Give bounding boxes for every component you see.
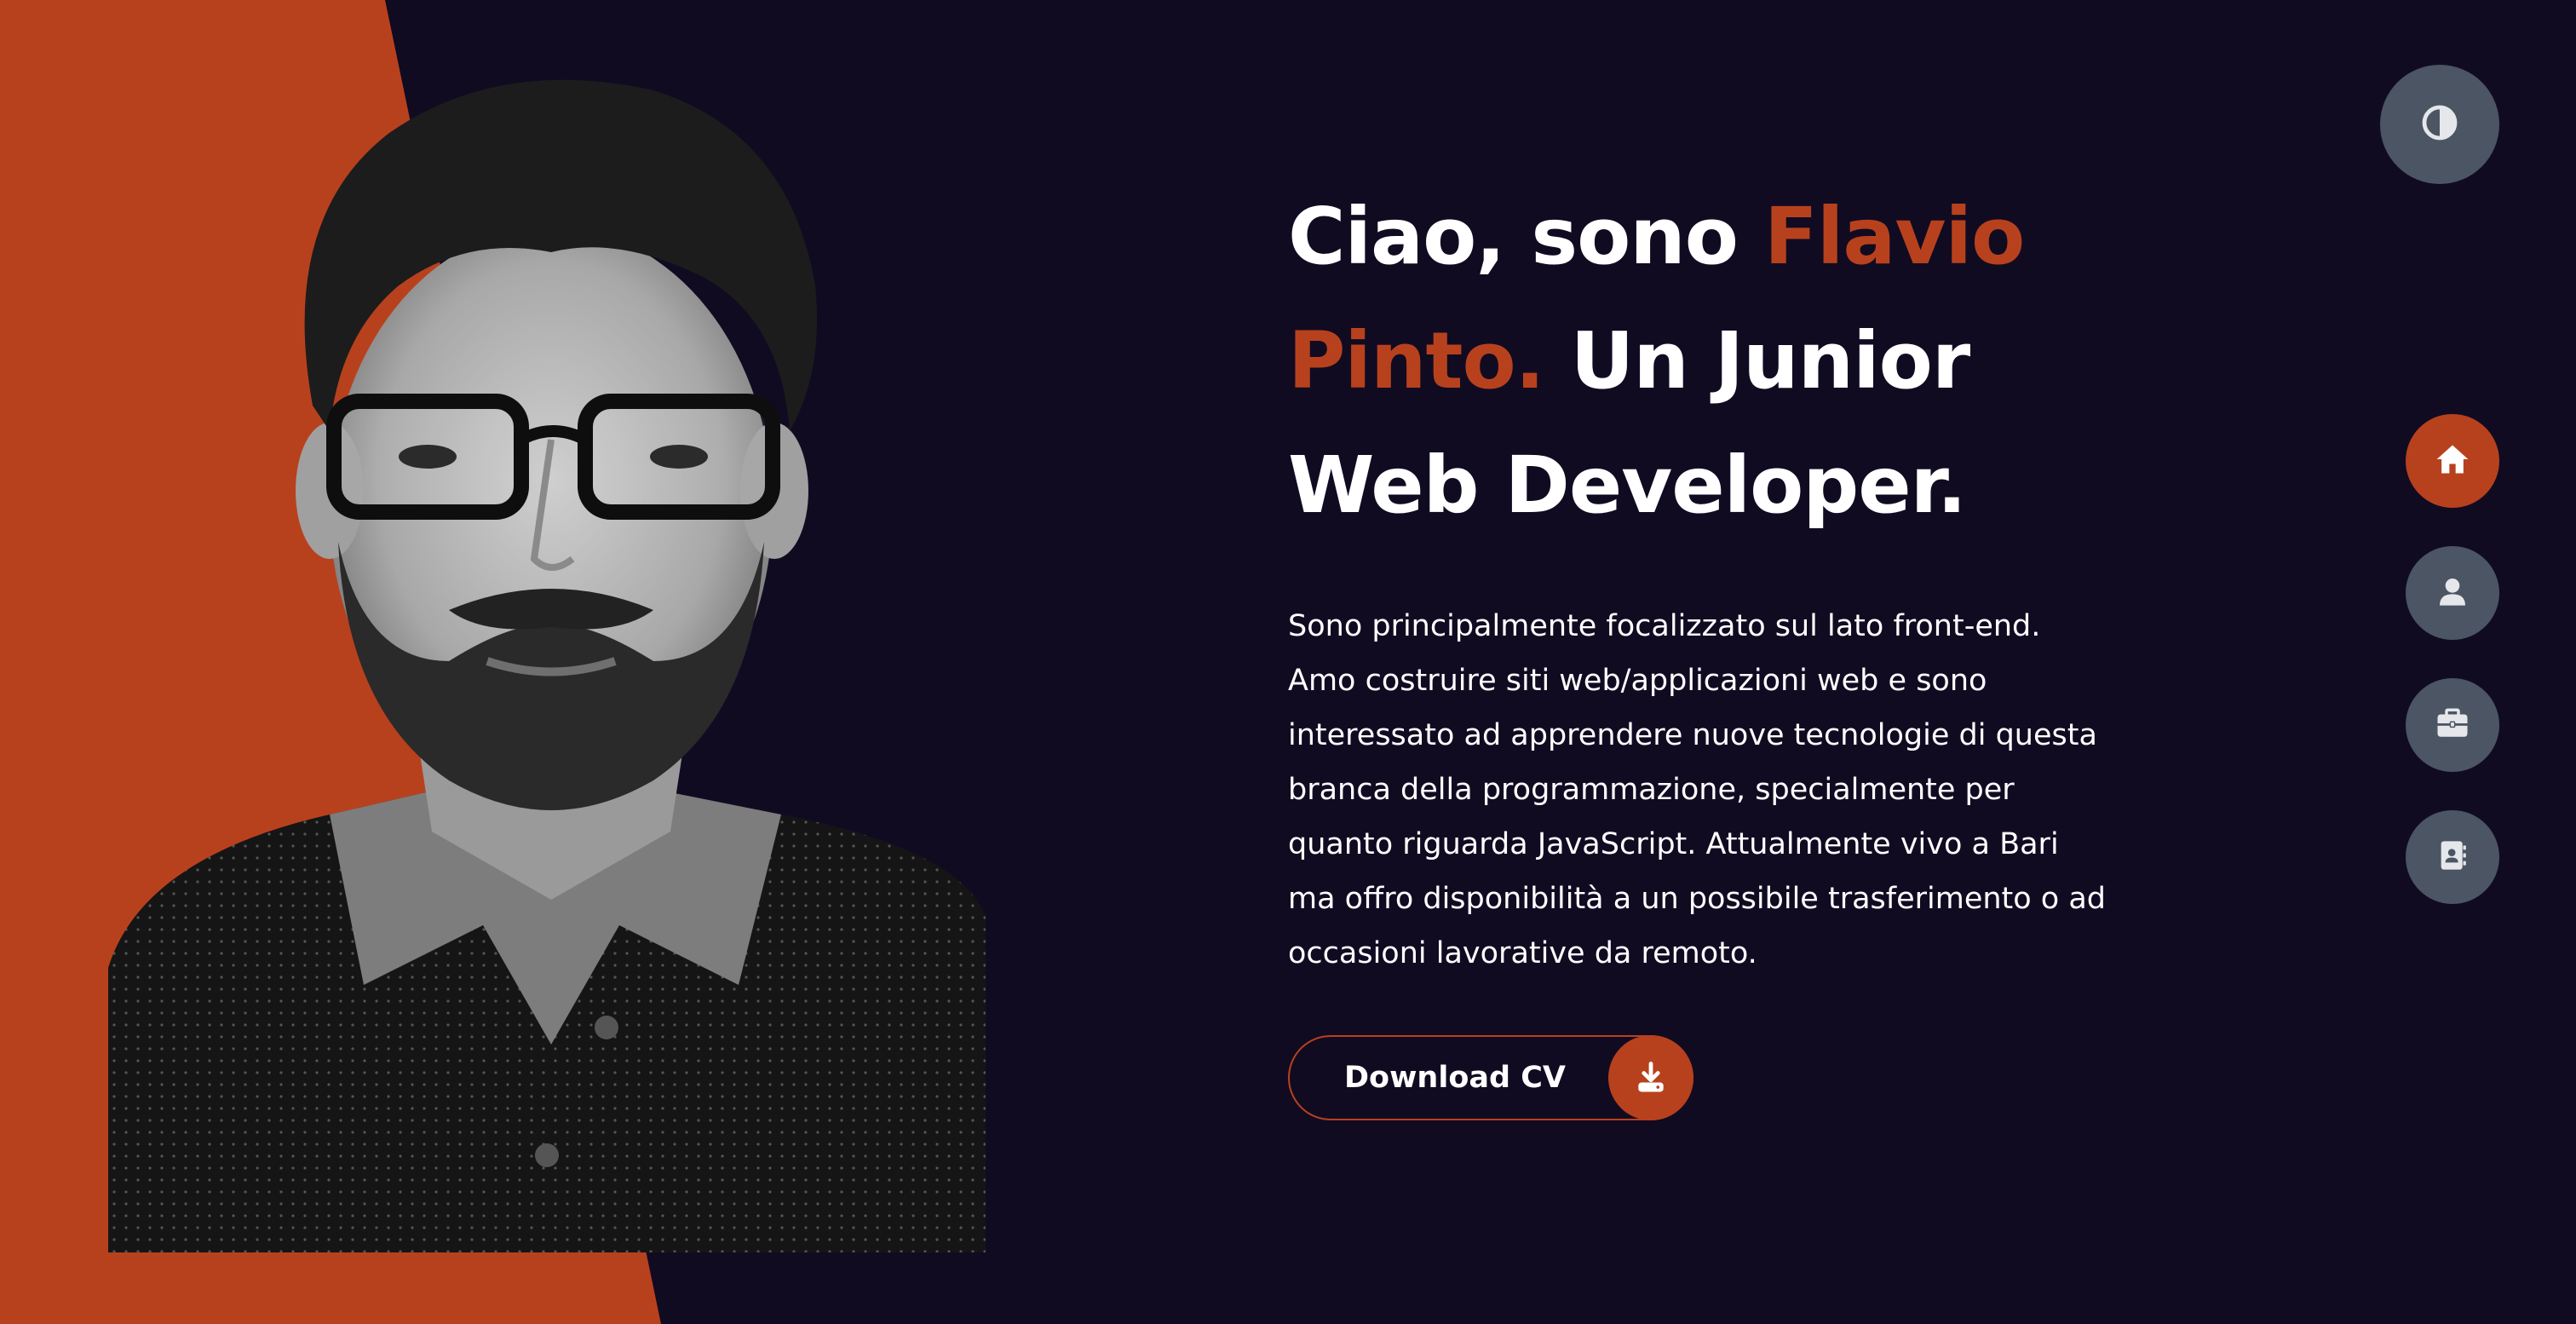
nav-about[interactable] (2406, 546, 2499, 640)
hero-bio: Sono principalmente focalizzato sul lato… (1288, 609, 2107, 970)
briefcase-icon (2435, 705, 2470, 745)
home-page: Ciao, sono Flavio Pinto. Un Junior Web D… (0, 0, 2576, 1324)
home-icon (2434, 440, 2471, 481)
profile-photo (108, 65, 986, 1252)
download-cv-button[interactable]: Download CV (1288, 1035, 1693, 1120)
hero-headline: Ciao, sono Flavio Pinto. Un Junior Web D… (1288, 175, 2148, 548)
download-icon (1608, 1035, 1693, 1120)
hero-content: Ciao, sono Flavio Pinto. Un Junior Web D… (1288, 175, 2148, 1120)
nav-portfolio[interactable] (2406, 678, 2499, 772)
nav-contact[interactable] (2406, 810, 2499, 904)
user-icon (2435, 574, 2470, 612)
headline-intro: Ciao, sono (1288, 191, 1765, 282)
nav-home[interactable] (2406, 414, 2499, 508)
contact-book-icon (2435, 838, 2470, 876)
download-cv-label: Download CV (1344, 1061, 1567, 1095)
side-navigation (2406, 414, 2499, 942)
theme-toggle-button[interactable] (2380, 65, 2499, 184)
contrast-icon (2419, 102, 2460, 147)
